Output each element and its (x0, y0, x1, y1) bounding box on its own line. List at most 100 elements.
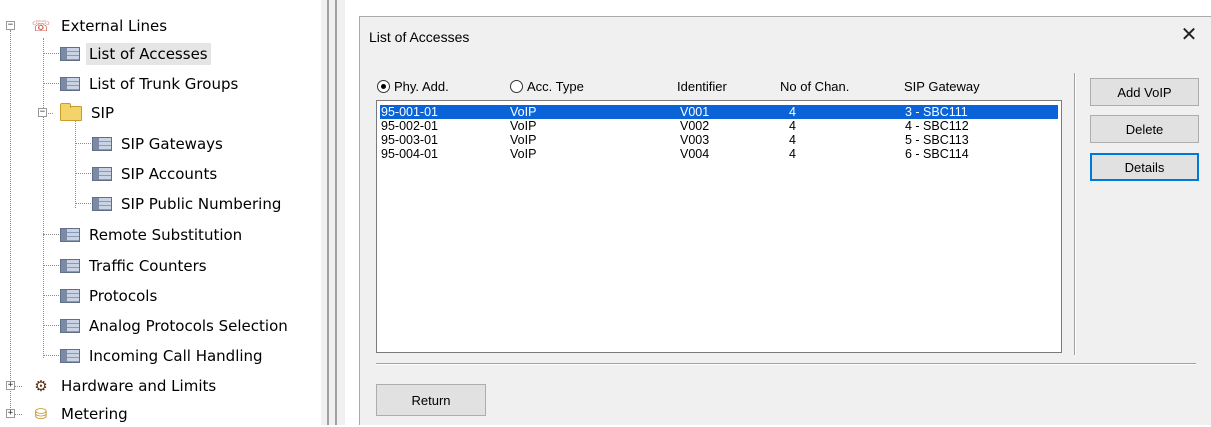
details-button[interactable]: Details (1090, 153, 1199, 181)
cell-no-of-chan: 4 (789, 105, 796, 119)
table-icon (60, 289, 80, 303)
cell-no-of-chan: 4 (789, 133, 796, 147)
tree-connector (75, 203, 91, 204)
table-icon (60, 228, 80, 242)
tree-item-label: Protocols (89, 287, 158, 305)
tree-item-incoming-call-handling[interactable]: Incoming Call Handling (60, 343, 266, 369)
column-header-phy-add: Phy. Add. (394, 79, 449, 94)
add-voip-button[interactable]: Add VoIP (1090, 78, 1199, 106)
close-icon[interactable]: ✕ (1178, 24, 1200, 46)
list-of-accesses-dialog: List of Accesses ✕ Phy. Add. Acc. Type I… (359, 16, 1211, 425)
tree-connector (10, 30, 11, 410)
tree-item-list-of-accesses[interactable]: List of Accesses (60, 41, 211, 67)
tree-connector (43, 325, 59, 326)
tree-item-label: SIP Public Numbering (121, 195, 282, 213)
tree-item-sip-gateways[interactable]: SIP Gateways (92, 131, 226, 157)
network-lines-icon: ☏ (31, 17, 51, 35)
tree-item-analog-protocols-selection[interactable]: Analog Protocols Selection (60, 313, 291, 339)
tree-item-label: Traffic Counters (89, 257, 207, 275)
table-icon (92, 197, 112, 211)
horizontal-divider (376, 363, 1196, 365)
navigation-tree: − − + + ☏ External Lines List of Accesse… (0, 0, 320, 425)
cell-sip-gateway: 4 - SBC112 (905, 119, 969, 133)
cell-acc-type: VoIP (510, 147, 537, 161)
tree-item-external-lines[interactable]: ☏ External Lines (30, 13, 170, 39)
tree-connector (75, 120, 76, 208)
tree-item-label: SIP Accounts (121, 165, 218, 183)
tree-item-metering[interactable]: ⛁ Metering (30, 401, 131, 427)
tree-item-label: SIP Gateways (121, 135, 223, 153)
tree-item-label: SIP (91, 104, 114, 122)
tree-item-label: List of Trunk Groups (89, 75, 239, 93)
accesses-list[interactable]: 95-001-01 VoIP V001 4 3 - SBC111 95-002-… (376, 100, 1062, 353)
tree-item-sip-public-numbering[interactable]: SIP Public Numbering (92, 191, 284, 217)
tree-item-label: Hardware and Limits (61, 377, 217, 395)
cell-phy-add: 95-003-01 (381, 133, 438, 147)
vertical-divider (1074, 73, 1076, 355)
cell-phy-add: 95-001-01 (381, 105, 438, 119)
tree-connector (43, 83, 59, 84)
sort-by-acc-type-radio[interactable]: Acc. Type (510, 79, 584, 94)
cell-acc-type: VoIP (510, 105, 537, 119)
hardware-icon: ⚙ (34, 377, 48, 395)
tree-item-protocols[interactable]: Protocols (60, 283, 160, 309)
tree-item-label: Remote Substitution (89, 226, 243, 244)
tree-item-label: Metering (61, 405, 128, 423)
expand-metering-toggle[interactable]: + (6, 409, 15, 418)
tree-item-traffic-counters[interactable]: Traffic Counters (60, 253, 210, 279)
tree-item-sip-accounts[interactable]: SIP Accounts (92, 161, 220, 187)
tree-item-label: Incoming Call Handling (89, 347, 263, 365)
tree-item-remote-substitution[interactable]: Remote Substitution (60, 222, 245, 248)
column-header-no-of-chan: No of Chan. (780, 79, 850, 94)
cell-sip-gateway: 6 - SBC114 (905, 147, 969, 161)
column-header-acc-type: Acc. Type (527, 79, 584, 94)
cell-phy-add: 95-002-01 (381, 119, 438, 133)
cell-identifier: V001 (680, 105, 710, 119)
collapse-sip-toggle[interactable]: − (38, 108, 47, 117)
table-icon (60, 77, 80, 91)
cell-identifier: V002 (680, 119, 710, 133)
collapse-external-lines-toggle[interactable]: − (6, 21, 15, 30)
radio-unselected-icon (510, 80, 523, 93)
pane-splitter[interactable] (321, 0, 345, 425)
dialog-title: List of Accesses (369, 29, 470, 45)
cell-acc-type: VoIP (510, 119, 537, 133)
table-icon (60, 349, 80, 363)
list-row[interactable]: 95-004-01 VoIP V004 4 6 - SBC114 (380, 147, 1058, 161)
table-icon (92, 137, 112, 151)
cell-sip-gateway: 5 - SBC113 (905, 133, 969, 147)
table-icon (60, 47, 80, 61)
table-icon (60, 319, 80, 333)
return-button[interactable]: Return (376, 384, 486, 416)
tree-item-label: External Lines (61, 17, 168, 35)
cell-sip-gateway: 3 - SBC111 (905, 105, 968, 119)
cell-phy-add: 95-004-01 (381, 147, 438, 161)
radio-selected-icon (377, 80, 390, 93)
tree-item-list-of-trunk-groups[interactable]: List of Trunk Groups (60, 71, 241, 97)
list-row[interactable]: 95-001-01 VoIP V001 4 3 - SBC111 (380, 105, 1058, 119)
tree-connector (75, 143, 91, 144)
metering-icon: ⛁ (34, 405, 48, 423)
table-icon (60, 259, 80, 273)
tree-connector (43, 265, 59, 266)
tree-connector (43, 53, 59, 54)
tree-connector (43, 295, 59, 296)
delete-button[interactable]: Delete (1090, 115, 1199, 143)
cell-identifier: V003 (680, 133, 710, 147)
cell-acc-type: VoIP (510, 133, 537, 147)
list-row[interactable]: 95-002-01 VoIP V002 4 4 - SBC112 (380, 119, 1058, 133)
expand-hardware-toggle[interactable]: + (6, 381, 15, 390)
tree-connector (43, 355, 59, 356)
cell-identifier: V004 (680, 147, 710, 161)
tree-connector (43, 234, 59, 235)
cell-no-of-chan: 4 (789, 147, 796, 161)
column-header-sip-gateway: SIP Gateway (904, 79, 980, 94)
table-icon (92, 167, 112, 181)
tree-item-hardware-and-limits[interactable]: ⚙ Hardware and Limits (30, 373, 219, 399)
tree-item-label: List of Accesses (86, 43, 211, 65)
tree-item-sip[interactable]: SIP (60, 100, 117, 126)
sort-by-phy-add-radio[interactable]: Phy. Add. (377, 79, 449, 94)
list-row[interactable]: 95-003-01 VoIP V003 4 5 - SBC113 (380, 133, 1058, 147)
folder-icon (60, 102, 82, 121)
tree-connector (75, 173, 91, 174)
